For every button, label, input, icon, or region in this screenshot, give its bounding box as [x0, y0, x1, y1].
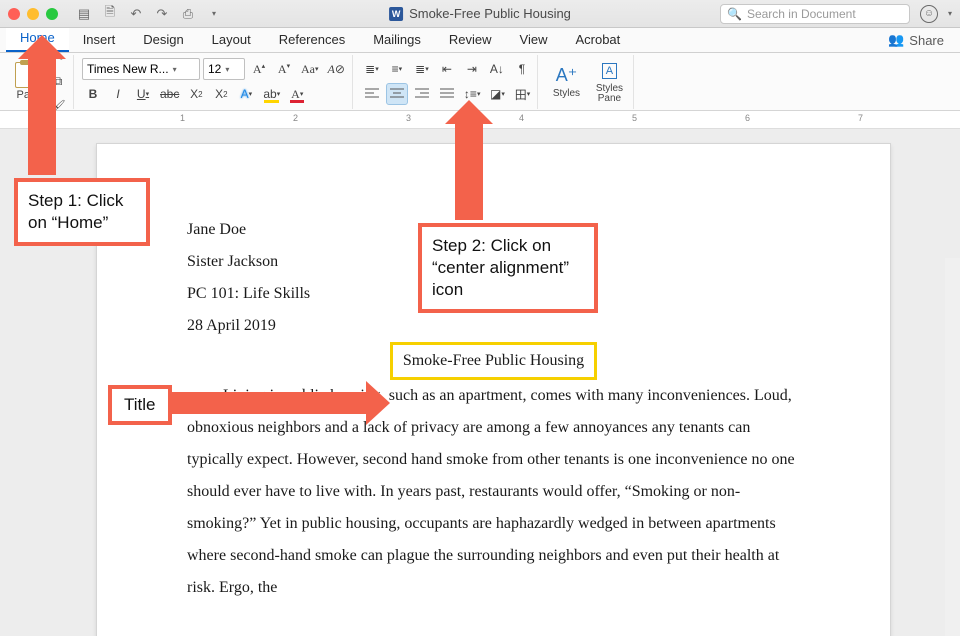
- doc-date: 28 April 2019: [187, 310, 800, 342]
- annotation-arrow-title: [170, 392, 370, 414]
- subscript-button[interactable]: X2: [185, 83, 207, 105]
- undo-icon[interactable]: ↶: [128, 6, 144, 22]
- feedback-icon[interactable]: ☺: [920, 5, 938, 23]
- tab-acrobat[interactable]: Acrobat: [561, 27, 634, 52]
- shrink-font-button[interactable]: A▾: [273, 58, 295, 80]
- styles-pane-button[interactable]: A Styles Pane: [589, 56, 629, 108]
- share-button[interactable]: 👥 Share: [878, 28, 954, 52]
- clear-formatting-button[interactable]: A⊘: [325, 58, 348, 80]
- annotation-arrow-step1: [28, 55, 56, 175]
- align-left-button[interactable]: [361, 83, 383, 105]
- new-icon[interactable]: 🗎: [102, 6, 118, 22]
- superscript-button[interactable]: X2: [210, 83, 232, 105]
- tab-insert[interactable]: Insert: [69, 27, 130, 52]
- change-case-button[interactable]: Aa▾: [298, 58, 322, 80]
- maximize-window-button[interactable]: [46, 8, 58, 20]
- feedback-dropdown-icon[interactable]: ▾: [948, 9, 952, 18]
- font-family-select[interactable]: Times New R...▾: [82, 58, 200, 80]
- document-title: W Smoke-Free Public Housing: [389, 6, 571, 21]
- show-marks-button[interactable]: ¶: [511, 58, 533, 80]
- highlight-button[interactable]: ab▾: [260, 83, 283, 105]
- align-center-button[interactable]: [386, 83, 408, 105]
- numbering-button[interactable]: ≡▾: [386, 58, 408, 80]
- styles-icon: A⁺: [555, 64, 577, 86]
- quick-access-toolbar: ▤ 🗎 ↶ ↷ ⎙ ▾: [76, 6, 222, 22]
- tab-layout[interactable]: Layout: [198, 27, 265, 52]
- sort-button[interactable]: A↓: [486, 58, 508, 80]
- tab-references[interactable]: References: [265, 27, 359, 52]
- tab-design[interactable]: Design: [129, 27, 197, 52]
- multilevel-list-button[interactable]: ≣▾: [411, 58, 433, 80]
- close-window-button[interactable]: [8, 8, 20, 20]
- print-icon[interactable]: ⎙: [180, 6, 196, 22]
- minimize-window-button[interactable]: [27, 8, 39, 20]
- increase-indent-button[interactable]: ⇥: [461, 58, 483, 80]
- search-placeholder: Search in Document: [747, 7, 856, 21]
- strikethrough-button[interactable]: abc: [157, 83, 182, 105]
- font-color-button[interactable]: A▾: [286, 83, 308, 105]
- grow-font-button[interactable]: A▴: [248, 58, 270, 80]
- borders-button[interactable]: 田▾: [511, 83, 533, 105]
- tab-review[interactable]: Review: [435, 27, 506, 52]
- styles-button[interactable]: A⁺ Styles: [546, 56, 586, 108]
- ribbon-tabs: Home Insert Design Layout References Mai…: [0, 28, 960, 53]
- document-page[interactable]: Jane Doe Sister Jackson PC 101: Life Ski…: [96, 143, 891, 636]
- share-icon: 👥: [888, 32, 904, 48]
- tab-view[interactable]: View: [506, 27, 562, 52]
- text-effects-button[interactable]: A▾: [235, 83, 257, 105]
- italic-button[interactable]: I: [107, 83, 129, 105]
- window-controls: [8, 8, 58, 20]
- titlebar: ▤ 🗎 ↶ ↷ ⎙ ▾ W Smoke-Free Public Housing …: [0, 0, 960, 28]
- search-input[interactable]: 🔍 Search in Document: [720, 4, 910, 24]
- annotation-step1: Step 1: Click on “Home”: [14, 178, 150, 246]
- styles-pane-icon: A: [598, 60, 620, 82]
- annotation-step2: Step 2: Click on “center alignment” icon: [418, 223, 598, 313]
- qat-dropdown-icon[interactable]: ▾: [206, 6, 222, 22]
- font-size-select[interactable]: 12▾: [203, 58, 245, 80]
- bold-button[interactable]: B: [82, 83, 104, 105]
- underline-button[interactable]: U▾: [132, 83, 154, 105]
- share-label: Share: [909, 33, 944, 48]
- doc-title-highlight: Smoke-Free Public Housing: [390, 342, 597, 380]
- save-icon[interactable]: ▤: [76, 6, 92, 22]
- redo-icon[interactable]: ↷: [154, 6, 170, 22]
- vertical-scrollbar[interactable]: [945, 258, 960, 636]
- annotation-arrow-step2: [455, 120, 483, 220]
- document-title-text: Smoke-Free Public Housing: [409, 6, 571, 21]
- align-right-button[interactable]: [411, 83, 433, 105]
- word-app-icon: W: [389, 7, 403, 21]
- doc-title-line: Smoke-Free Public Housing: [187, 342, 800, 380]
- tab-mailings[interactable]: Mailings: [359, 27, 435, 52]
- decrease-indent-button[interactable]: ⇤: [436, 58, 458, 80]
- annotation-title-label: Title: [108, 385, 172, 425]
- search-icon: 🔍: [727, 7, 742, 21]
- bullets-button[interactable]: ≣▾: [361, 58, 383, 80]
